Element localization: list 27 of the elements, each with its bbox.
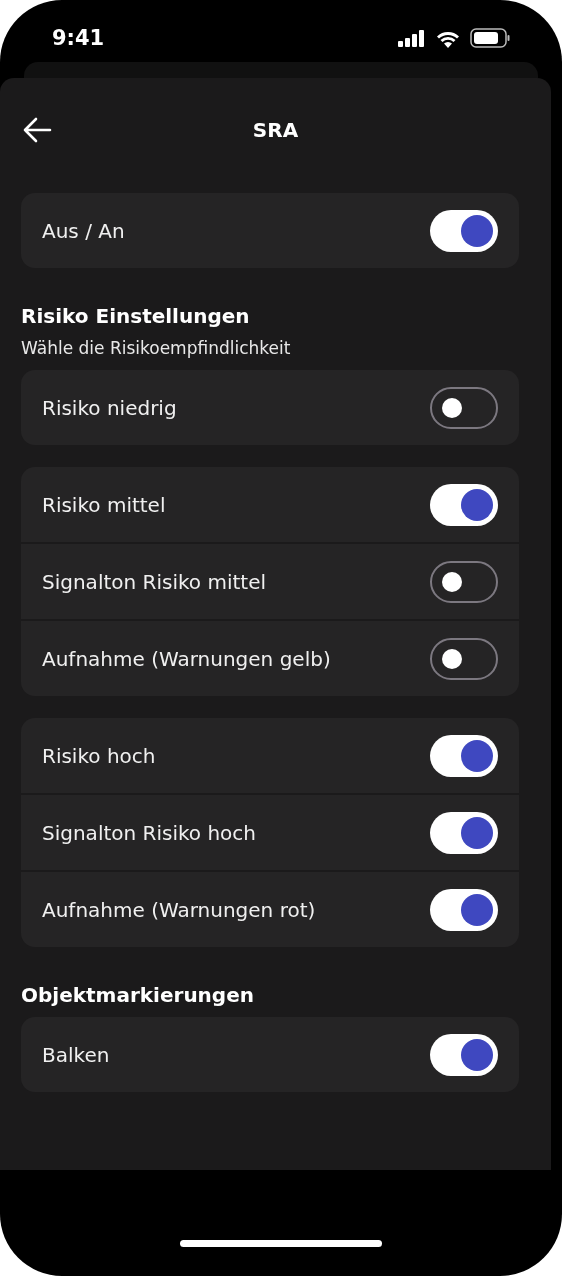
setting-label: Aus / An xyxy=(42,218,125,243)
toggle-switch[interactable] xyxy=(430,637,498,680)
toggle-switch[interactable] xyxy=(430,811,498,854)
setting-label: Balken xyxy=(42,1042,110,1067)
section-title: Risiko Einstellungen xyxy=(21,304,251,328)
setting-label: Signalton Risiko mittel xyxy=(42,569,267,594)
setting-label: Risiko mittel xyxy=(42,492,166,517)
setting-label: Risiko hoch xyxy=(42,743,156,768)
screen-title: SRA xyxy=(252,118,299,142)
back-arrow-icon xyxy=(22,116,52,144)
setting-label: Risiko niedrig xyxy=(42,395,177,420)
battery-icon xyxy=(470,28,510,48)
toggle-switch[interactable] xyxy=(430,560,498,603)
toggle-switch[interactable] xyxy=(430,734,498,777)
setting-label: Aufnahme (Warnungen rot) xyxy=(42,897,316,922)
status-time: 9:41 xyxy=(52,26,105,50)
back-button[interactable] xyxy=(22,116,52,144)
toggle-switch[interactable] xyxy=(430,1033,498,1076)
section-title: Objektmarkierungen xyxy=(21,983,255,1007)
setting-label: Signalton Risiko hoch xyxy=(42,820,257,845)
toggle-switch[interactable] xyxy=(430,483,498,526)
setting-label: Aufnahme (Warnungen gelb) xyxy=(42,646,331,671)
signal-icon xyxy=(398,29,426,47)
toggle-switch[interactable] xyxy=(430,888,498,931)
toggle-switch[interactable] xyxy=(430,386,498,429)
section-subtitle: Wähle die Risikoempfindlichkeit xyxy=(21,338,292,358)
toggle-switch[interactable] xyxy=(430,209,498,252)
